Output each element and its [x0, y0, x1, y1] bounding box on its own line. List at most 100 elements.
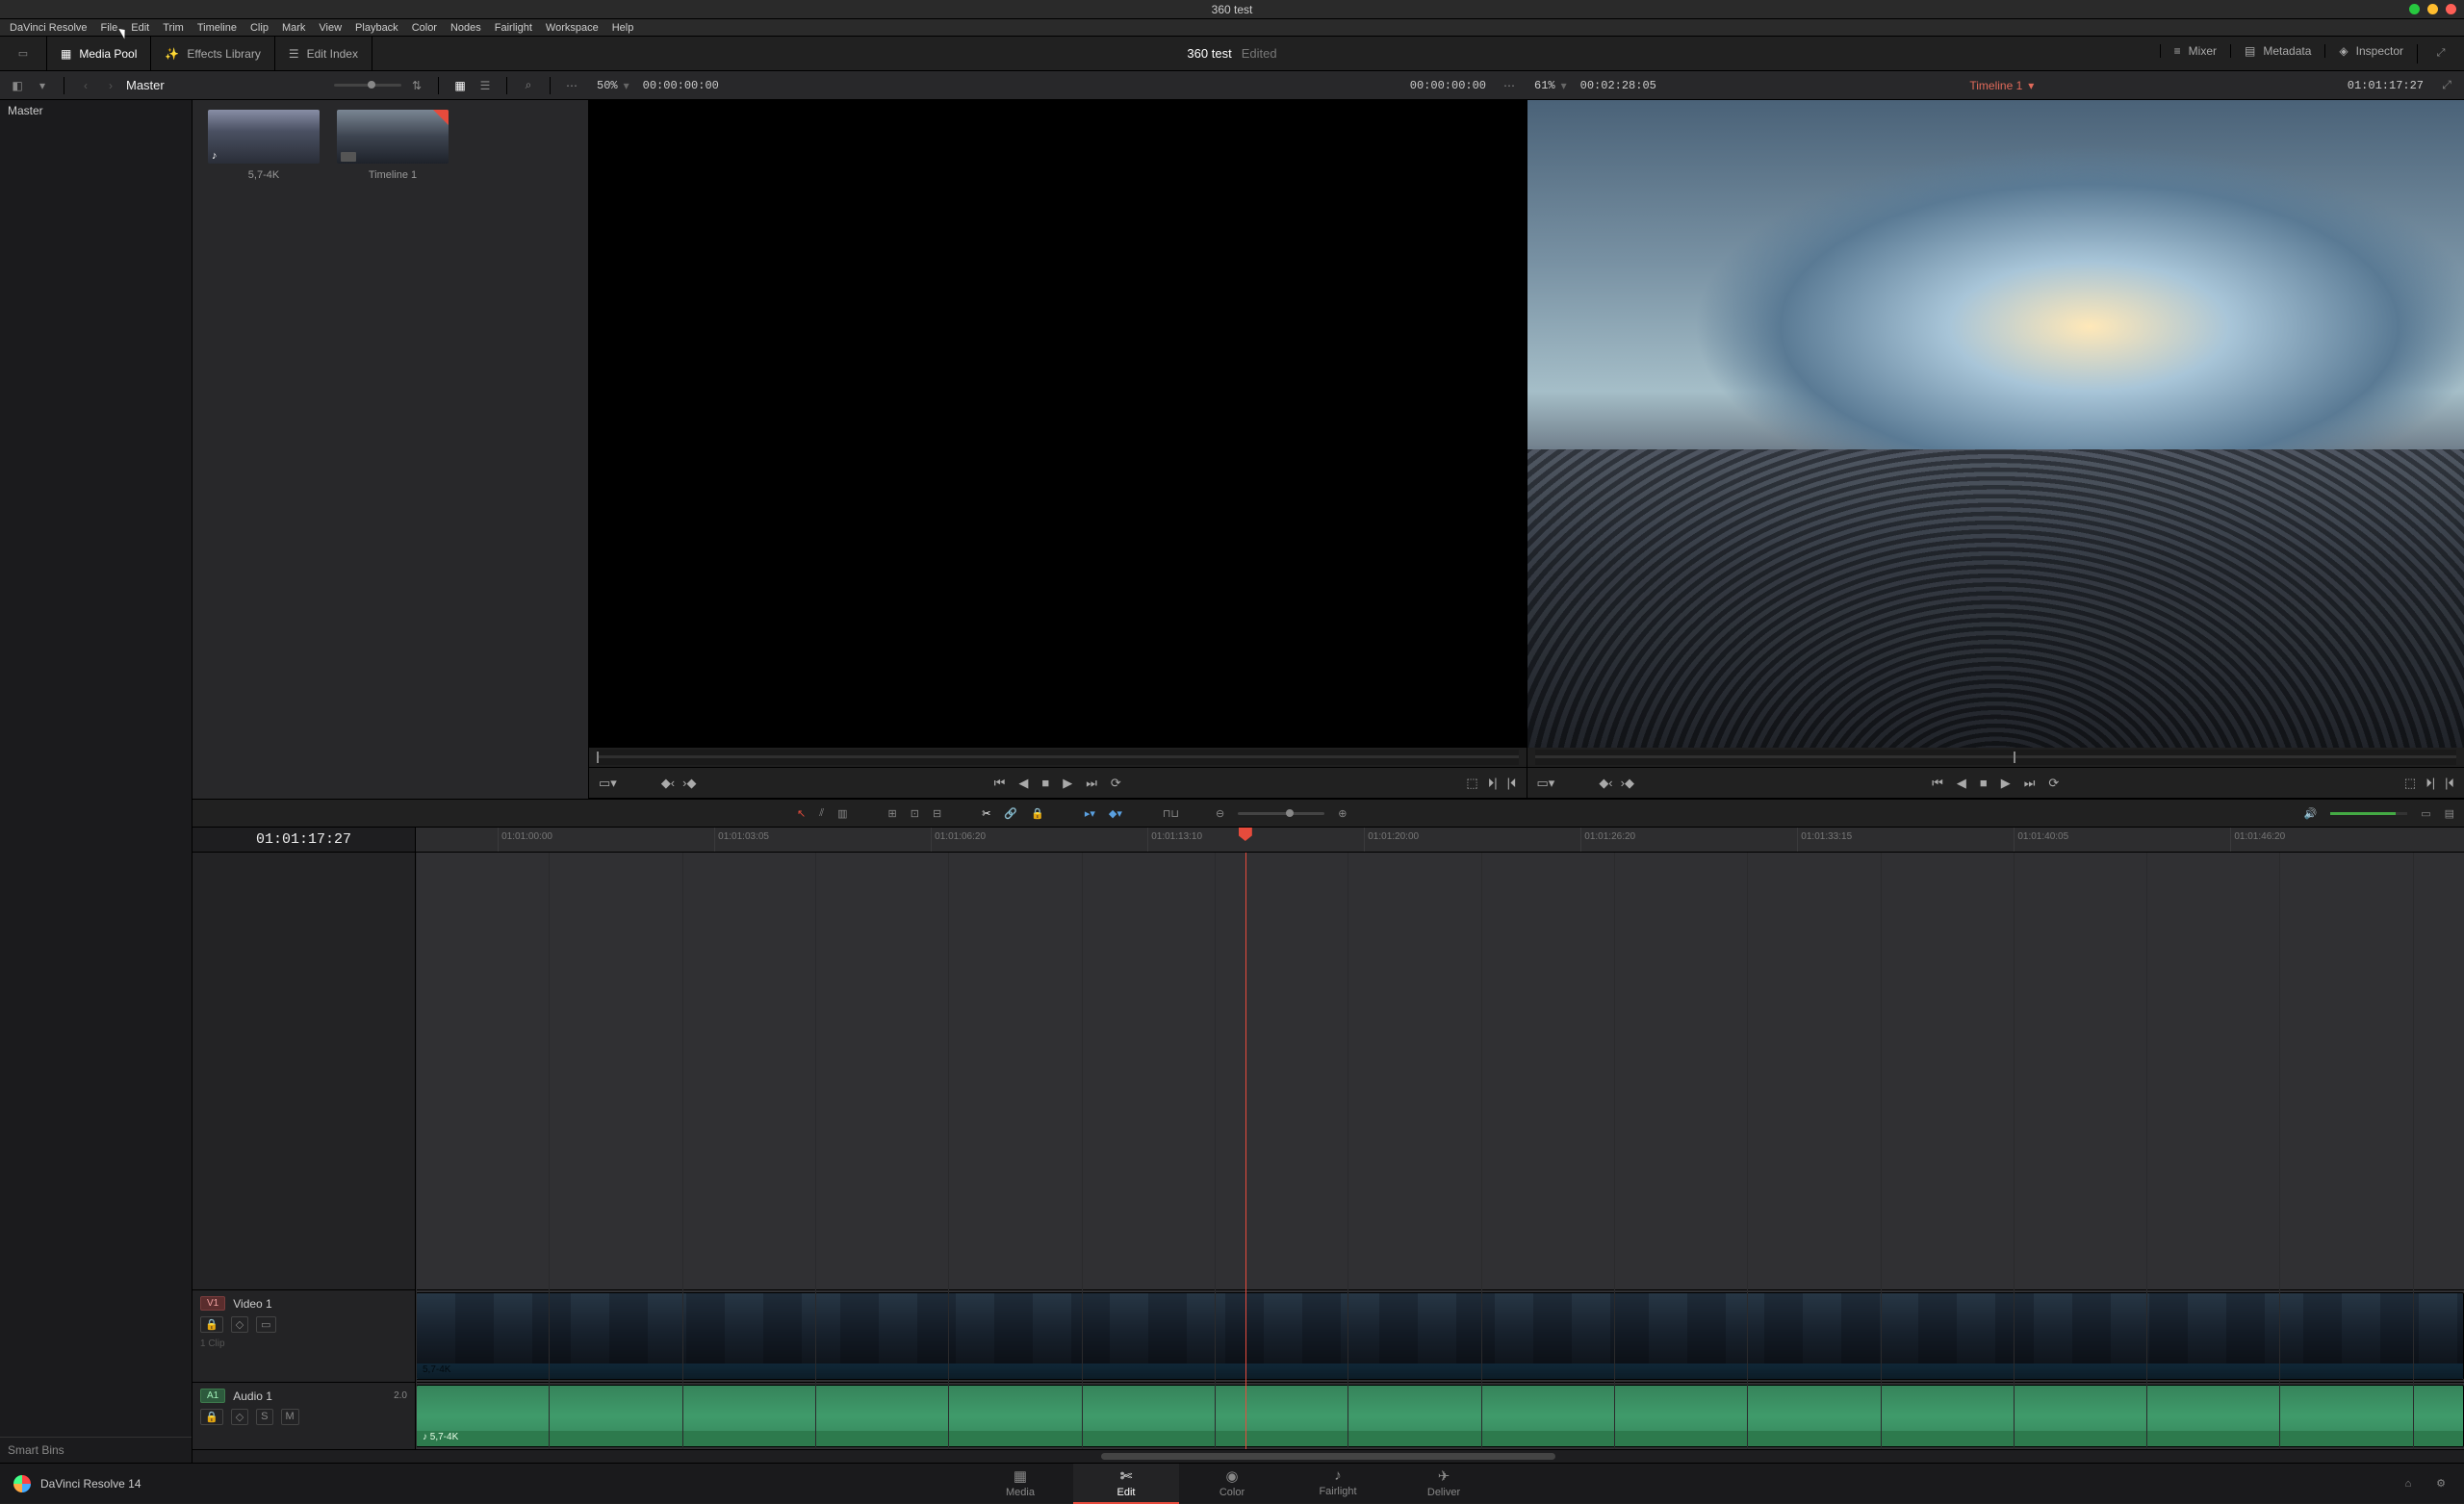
mark-out-icon[interactable]: |⏴: [1507, 776, 1517, 791]
blade-tool-icon[interactable]: ✂: [982, 807, 990, 820]
link-icon[interactable]: 🔗: [1004, 807, 1017, 820]
track-tag-v1[interactable]: V1: [200, 1296, 225, 1311]
nav-back-icon[interactable]: ‹: [76, 76, 95, 95]
step-back-icon[interactable]: ◀: [1018, 776, 1028, 791]
menu-clip[interactable]: Clip: [244, 22, 274, 34]
source-scrubber[interactable]: [597, 750, 1519, 765]
track-auto-select-icon[interactable]: ◇: [231, 1409, 248, 1425]
program-zoom[interactable]: 61%: [1534, 79, 1555, 92]
menu-trim[interactable]: Trim: [157, 22, 190, 34]
clip-timeline-item[interactable]: Timeline 1: [337, 110, 449, 181]
timeline-name[interactable]: Timeline 1: [1969, 79, 2022, 92]
project-settings-icon[interactable]: ⚙: [2431, 1474, 2451, 1493]
dynamic-trim-icon[interactable]: ▥: [837, 807, 847, 820]
selection-tool-icon[interactable]: ↖: [797, 807, 806, 820]
window-close[interactable]: [2446, 4, 2456, 14]
loop-icon[interactable]: ⟳: [1111, 776, 1121, 791]
stop-icon[interactable]: ■: [1980, 776, 1988, 790]
menu-timeline[interactable]: Timeline: [192, 22, 243, 34]
metadata-toggle[interactable]: ▤ Metadata: [2245, 44, 2311, 58]
volume-slider[interactable]: [2330, 812, 2407, 815]
media-pool-toggle[interactable]: ▦ Media Pool: [61, 47, 137, 61]
expand-viewer-icon[interactable]: ⤢: [2431, 44, 2451, 64]
menu-fairlight[interactable]: Fairlight: [489, 22, 538, 34]
track-lock-icon[interactable]: 🔒: [200, 1409, 223, 1425]
view-thumbnails-icon[interactable]: ▦: [450, 76, 470, 95]
search-icon[interactable]: ⌕: [519, 76, 538, 95]
video-track-lane[interactable]: 5,7-4K: [416, 1289, 2464, 1382]
zoom-slider[interactable]: [1238, 812, 1324, 815]
mark-in-icon[interactable]: ⏵|: [2426, 776, 2435, 791]
menu-nodes[interactable]: Nodes: [445, 22, 487, 34]
next-edit-icon[interactable]: ›◆: [1621, 776, 1634, 791]
replace-icon[interactable]: ⊟: [933, 807, 941, 820]
prev-edit-icon[interactable]: ◆‹: [1599, 776, 1612, 791]
playhead-handle-icon[interactable]: [1239, 828, 1252, 841]
effects-library-toggle[interactable]: ✨ Effects Library: [165, 47, 260, 61]
stop-icon[interactable]: ■: [1041, 776, 1049, 790]
menu-mark[interactable]: Mark: [276, 22, 311, 34]
source-canvas[interactable]: [589, 100, 1527, 748]
breadcrumb[interactable]: Master: [126, 78, 165, 92]
loop-icon[interactable]: ⟳: [2048, 776, 2059, 791]
match-frame-icon[interactable]: ⬚: [1466, 776, 1477, 791]
page-fairlight[interactable]: ♪ Fairlight: [1285, 1464, 1391, 1504]
audio-track-header[interactable]: A1 Audio 1 2.0 🔒 ◇ S M: [192, 1382, 415, 1449]
flag-icon[interactable]: ▸▾: [1085, 807, 1095, 820]
timeline-scrollbar[interactable]: [192, 1449, 2464, 1463]
scrollbar-thumb[interactable]: [1101, 1453, 1555, 1460]
go-end-icon[interactable]: ⏭: [2024, 776, 2036, 791]
clip-thumbnail[interactable]: ♪: [208, 110, 320, 164]
smart-bins-header[interactable]: Smart Bins: [0, 1437, 192, 1463]
audio-track-lane[interactable]: ♪ 5,7-4K: [416, 1382, 2464, 1449]
prev-edit-icon[interactable]: ◆‹: [661, 776, 675, 791]
play-icon[interactable]: ▶: [2001, 776, 2011, 791]
video-clip[interactable]: 5,7-4K: [416, 1292, 2464, 1380]
video-track-header[interactable]: V1 Video 1 🔒 ◇ ▭ 1 Clip: [192, 1289, 415, 1382]
page-deliver[interactable]: ✈ Deliver: [1391, 1464, 1497, 1504]
menu-resolve[interactable]: DaVinci Resolve: [4, 22, 93, 34]
page-media[interactable]: ▦ Media: [967, 1464, 1073, 1504]
bin-master[interactable]: Master: [8, 104, 184, 117]
timeline-ruler[interactable]: 01:01:00:0001:01:03:0501:01:06:2001:01:1…: [416, 828, 2464, 852]
program-scrubber[interactable]: [1535, 750, 2457, 765]
clip-audio-item[interactable]: ♪ 5,7-4K: [208, 110, 320, 181]
home-icon[interactable]: ⌂: [2399, 1474, 2418, 1493]
marker-icon[interactable]: ◆▾: [1109, 807, 1122, 820]
menu-color[interactable]: Color: [406, 22, 443, 34]
program-mode-icon[interactable]: ▭▾: [1537, 776, 1555, 791]
inspector-toggle[interactable]: ◈ Inspector: [2339, 44, 2403, 58]
track-auto-select-icon[interactable]: ◇: [231, 1316, 248, 1333]
track-lock-icon[interactable]: 🔒: [200, 1316, 223, 1333]
track-name[interactable]: Audio 1: [233, 1389, 272, 1403]
mark-in-icon[interactable]: ⏵|: [1488, 776, 1498, 791]
overwrite-icon[interactable]: ⊡: [911, 807, 919, 820]
fullscreen-viewer-icon[interactable]: ▭: [13, 44, 33, 64]
mark-out-icon[interactable]: |⏴: [2445, 776, 2454, 791]
next-edit-icon[interactable]: ›◆: [682, 776, 696, 791]
source-options-icon[interactable]: ⋯: [1500, 76, 1519, 95]
play-icon[interactable]: ▶: [1063, 776, 1072, 791]
track-tag-a1[interactable]: A1: [200, 1389, 225, 1403]
menu-edit[interactable]: Edit: [125, 22, 155, 34]
audio-clip[interactable]: ♪ 5,7-4K: [416, 1385, 2464, 1447]
dim-icon[interactable]: ▭: [2421, 807, 2430, 820]
timeline-view-options-icon[interactable]: ▤: [2445, 807, 2454, 820]
zoom-out-icon[interactable]: ⊖: [1216, 807, 1224, 820]
program-expand-icon[interactable]: ⤢: [2437, 76, 2456, 95]
edit-index-toggle[interactable]: ☰ Edit Index: [289, 47, 358, 61]
nav-fwd-icon[interactable]: ›: [101, 76, 120, 95]
pool-options-icon[interactable]: ⋯: [562, 76, 581, 95]
step-back-icon[interactable]: ◀: [1957, 776, 1966, 791]
page-edit[interactable]: ✄ Edit: [1073, 1464, 1179, 1504]
mute-icon[interactable]: 🔊: [2303, 807, 2317, 820]
page-color[interactable]: ◉ Color: [1179, 1464, 1285, 1504]
playhead-line[interactable]: [1245, 853, 1246, 1449]
insert-icon[interactable]: ⊞: [888, 807, 897, 820]
trim-tool-icon[interactable]: ⫽: [819, 807, 824, 820]
track-name[interactable]: Video 1: [233, 1297, 271, 1311]
source-zoom[interactable]: 50%: [597, 79, 618, 92]
track-solo-button[interactable]: S: [256, 1409, 272, 1425]
lock-icon[interactable]: 🔒: [1031, 807, 1044, 820]
timeline-tracks[interactable]: 5,7-4K ♪ 5,7-4K: [416, 853, 2464, 1449]
